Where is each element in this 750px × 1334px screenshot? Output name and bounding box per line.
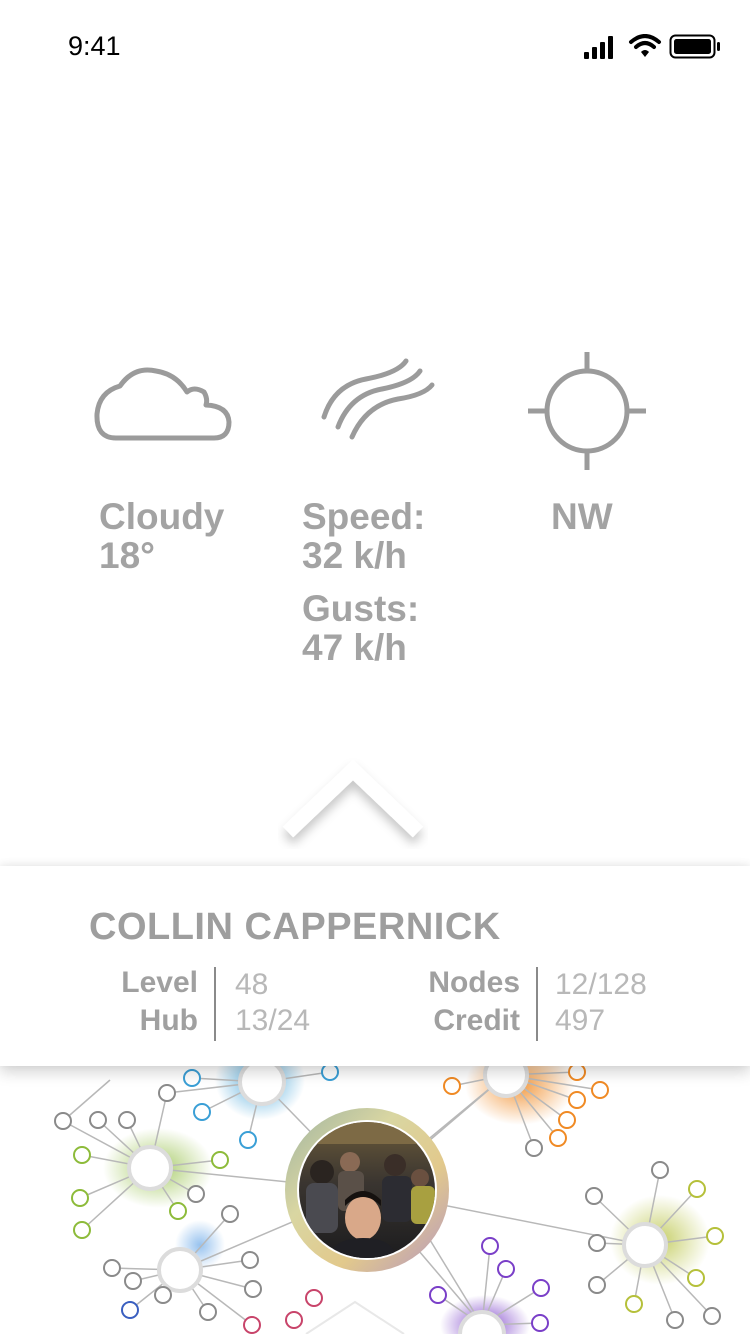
wind-direction: NW	[551, 496, 613, 537]
nodes-label: Nodes	[428, 966, 520, 999]
level-label: Level	[121, 966, 198, 999]
chevron-up-icon[interactable]	[278, 754, 428, 849]
level-value: 48	[235, 968, 269, 1001]
status-bar: 9:41	[0, 0, 750, 90]
wind-speed-value: 32 k/h	[302, 535, 407, 576]
stat-divider	[214, 967, 216, 1041]
weather-temperature: 18°	[99, 535, 155, 576]
battery-icon	[669, 34, 720, 59]
signal-icon	[584, 36, 613, 59]
credit-value: 497	[555, 1004, 606, 1037]
wind-speed-label: Speed:	[302, 496, 426, 537]
stat-divider	[536, 967, 538, 1041]
wind-gusts-value: 47 k/h	[302, 627, 407, 668]
weather-condition: Cloudy	[99, 496, 225, 537]
avatar	[285, 1108, 449, 1272]
nodes-value: 12/128	[555, 968, 647, 1001]
wifi-icon	[629, 34, 661, 57]
cloud-icon	[94, 367, 232, 441]
profile-name: COLLIN CAPPERNICK	[89, 906, 501, 948]
profile-card: COLLIN CAPPERNICK Level Hub 48 13/24 Nod…	[0, 866, 750, 1066]
status-time: 9:41	[68, 31, 121, 61]
hub-label: Hub	[139, 1004, 198, 1037]
crosshair-icon	[528, 352, 646, 470]
wind-icon	[321, 358, 435, 440]
hub-value: 13/24	[235, 1004, 311, 1037]
wind-gusts-label: Gusts:	[302, 588, 420, 629]
network-graph	[54, 1040, 724, 1334]
status-icons	[584, 34, 720, 59]
credit-label: Credit	[433, 1004, 520, 1037]
